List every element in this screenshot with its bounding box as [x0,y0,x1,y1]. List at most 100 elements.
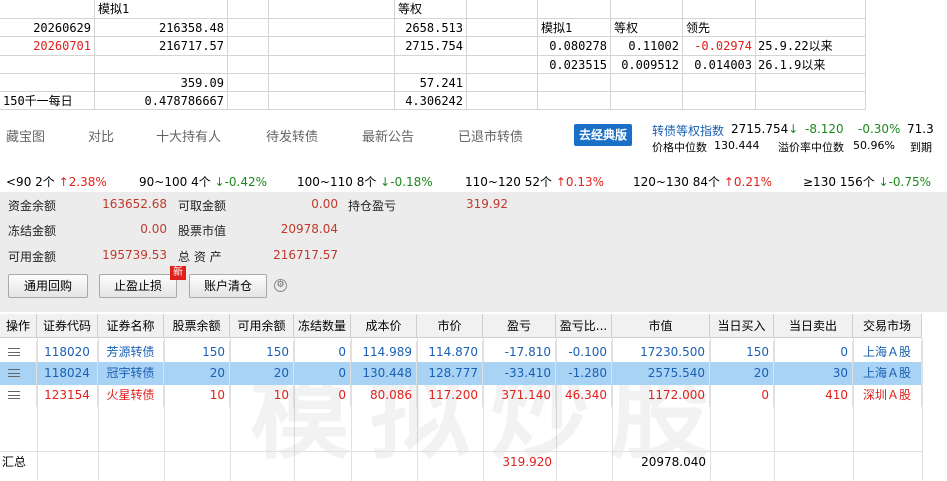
median-premium-label: 溢价率中位数 [778,141,844,154]
sheet-cell[interactable]: 26.1.9以来 [755,56,828,74]
arrow-up-icon: ↑ [58,175,69,189]
tab-delisted-bonds[interactable]: 已退市转债 [458,126,523,145]
col-header[interactable]: 可用余额 [230,314,294,338]
col-header[interactable]: 当日卖出 [774,314,853,338]
sheet-cell[interactable]: -0.02974 [683,37,755,55]
sheet-cell[interactable]: 216358.48 [95,19,227,37]
sheet-cell[interactable]: 等权 [395,0,425,18]
row-menu-icon[interactable] [0,341,37,364]
index-extra: 71.3 [907,122,934,136]
col-header[interactable]: 冻结数量 [294,314,351,338]
col-header[interactable]: 盈亏比... [556,314,612,338]
arrow-down-icon: ↓ [878,175,889,189]
range-item[interactable]: ≥130 156个 ↓-0.75% [803,173,931,190]
cell-sell: 0 [774,341,853,364]
tab-announcements[interactable]: 最新公告 [362,126,414,145]
sheet-cell[interactable]: 2715.754 [395,37,466,55]
sheet-cell[interactable]: 4.306242 [395,92,466,110]
sheet-cell[interactable]: 0.080278 [538,37,610,55]
stop-profit-loss-button[interactable]: 止盈止损 [99,274,177,298]
col-header[interactable]: 市价 [417,314,483,338]
row-menu-icon[interactable] [0,362,37,385]
tab-compare[interactable]: 对比 [88,126,114,145]
cell-cost: 80.086 [351,384,417,407]
table-row[interactable]: 118024 冠宇转债 20 20 0 130.448 128.777 -33.… [0,362,922,385]
tab-treasure-map[interactable]: 藏宝图 [6,126,45,145]
sheet-cell[interactable]: 模拟1 [95,0,132,18]
spreadsheet-area: 模拟1 等权 20260629 216358.48 2658.513 模拟1 等… [0,0,947,110]
sheet-cell[interactable]: 20260701 [0,37,94,55]
range-item[interactable]: 120~130 84个 ↑0.21% [633,173,772,190]
stock-value-label: 股票市值 [178,224,227,238]
maturity-label: 到期 [910,141,932,154]
col-header[interactable]: 当日买入 [710,314,774,338]
col-header[interactable]: 证券代码 [37,314,98,338]
range-item[interactable]: <90 2个 ↑2.38% [6,173,107,190]
arrow-down-icon: ↓ [380,175,391,189]
cell-pnl: -33.410 [483,362,556,385]
total-value: 20978.040 [641,455,706,469]
range-item[interactable]: 100~110 8个 ↓-0.18% [297,173,433,190]
cell-balance: 10 [164,384,230,407]
cell-pnl-pct: -0.100 [556,341,612,364]
arrow-up-icon: ↑ [723,175,734,189]
col-header[interactable]: 盈亏 [483,314,556,338]
sheet-cell[interactable]: 359.09 [95,74,227,92]
cell-available: 20 [230,362,294,385]
cell-buy: 0 [710,384,774,407]
col-header[interactable]: 证券名称 [98,314,164,338]
balance-value: 163652.68 [102,197,167,211]
range-item[interactable]: 90~100 4个 ↓-0.42% [139,173,267,190]
grid-line [865,0,866,110]
cell-pnl-pct: -1.280 [556,362,612,385]
cell-frozen: 0 [294,384,351,407]
sheet-cell[interactable]: 0.478786667 [95,92,227,110]
tab-top-holders[interactable]: 十大持有人 [156,126,221,145]
sheet-cell[interactable]: 57.241 [395,74,466,92]
repo-button[interactable]: 通用回购 [8,274,88,298]
total-row: 汇总 319.920 20978.040 [0,451,922,471]
range-item[interactable]: 110~120 52个 ↑0.13% [465,173,604,190]
sheet-cell[interactable]: 216717.57 [95,37,227,55]
total-pnl: 319.920 [502,455,552,469]
total-assets-value: 216717.57 [273,248,338,262]
classic-version-button[interactable]: 去经典版 [574,124,632,146]
index-label[interactable]: 转债等权指数 [652,122,724,139]
row-menu-icon[interactable] [0,384,37,407]
pnl-value: 319.92 [466,197,508,211]
arrow-up-icon: ↑ [555,175,566,189]
sheet-cell[interactable]: 150千一每日 [0,92,76,110]
sheet-cell[interactable]: 0.009512 [611,56,682,74]
tab-pending-bonds[interactable]: 待发转债 [266,126,318,145]
cell-value: 1172.000 [612,384,710,407]
sheet-cell[interactable]: 0.11002 [611,37,682,55]
col-header[interactable]: 成本价 [351,314,417,338]
sheet-cell[interactable]: 等权 [611,19,641,37]
index-change: -8.120 [805,122,844,136]
table-row[interactable]: 118020 芳源转债 150 150 0 114.989 114.870 -1… [0,341,922,364]
cell-balance: 150 [164,341,230,364]
settings-icon[interactable]: ⚙ [274,279,287,292]
clear-account-button[interactable]: 账户清仓 [189,274,267,298]
balance-label: 资金余额 [8,199,57,213]
sheet-cell[interactable]: 模拟1 [538,19,575,37]
cell-cost: 130.448 [351,362,417,385]
sheet-cell[interactable]: 0.014003 [683,56,755,74]
sheet-cell[interactable]: 25.9.22以来 [755,37,836,55]
sheet-cell[interactable]: 20260629 [0,19,94,37]
col-header[interactable]: 股票余额 [164,314,230,338]
col-header[interactable]: 操作 [0,314,37,338]
col-header[interactable]: 交易市场 [853,314,922,338]
new-badge: 新 [170,266,186,280]
sheet-cell[interactable]: 2658.513 [395,19,466,37]
arrow-down-icon: ↓ [214,175,225,189]
cell-available: 150 [230,341,294,364]
cell-cost: 114.989 [351,341,417,364]
sheet-cell[interactable]: 0.023515 [538,56,610,74]
pnl-label: 持仓盈亏 [348,199,397,213]
sheet-cell[interactable]: 领先 [683,19,713,37]
table-row[interactable]: 123154 火星转债 10 10 0 80.086 117.200 371.1… [0,384,922,407]
col-header[interactable]: 市值 [612,314,710,338]
cell-price: 117.200 [417,384,483,407]
tab-bar: 藏宝图 对比 十大持有人 待发转债 最新公告 已退市转债 去经典版 转债等权指数… [0,112,947,156]
